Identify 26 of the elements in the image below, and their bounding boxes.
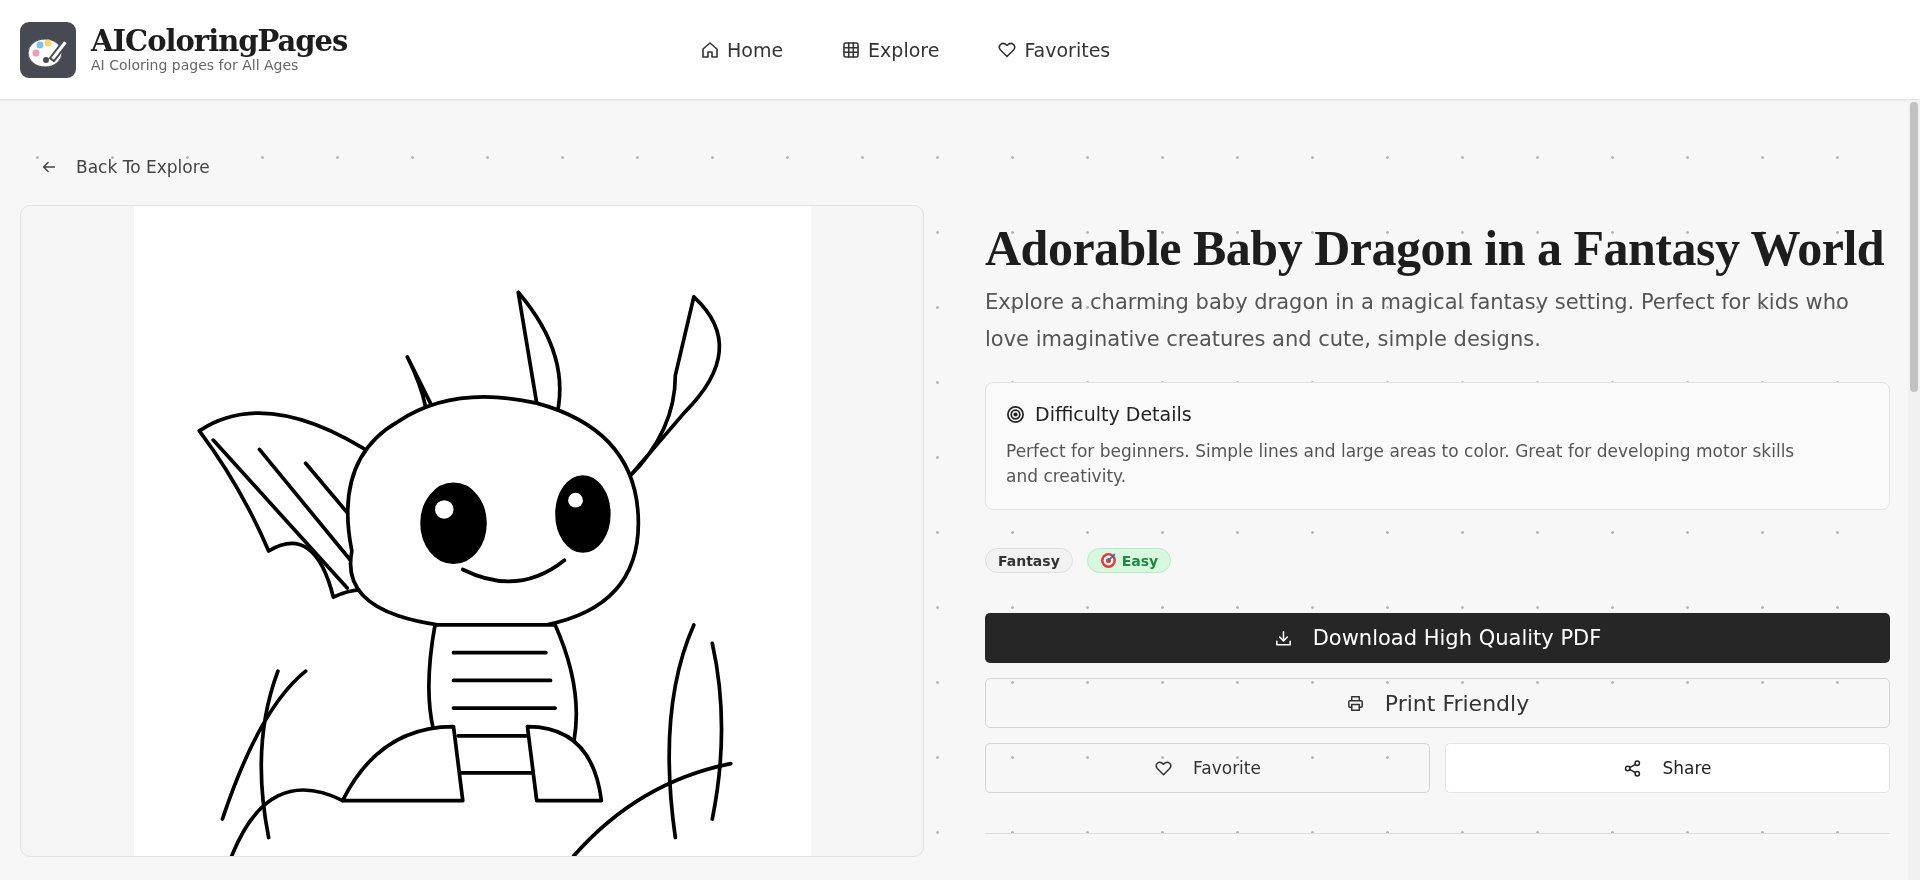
share-icon (1623, 758, 1643, 778)
scrollbar-thumb[interactable] (1910, 102, 1918, 392)
page-description: Explore a charming baby dragon in a magical fantasy setting. Perfect for kids who love imaginative creatures and cute, simple designs. (985, 289, 1850, 353)
favorite-button[interactable]: Favorite (985, 743, 1430, 793)
nav-link[interactable]: Explore (841, 38, 940, 61)
share-button[interactable]: Share (1445, 743, 1890, 793)
nav-link[interactable]: Favorites (997, 38, 1111, 61)
nav-link[interactable]: Home (700, 38, 784, 61)
grid-icon (841, 39, 862, 60)
palette-logo-icon (20, 21, 76, 78)
download-icon (1273, 628, 1293, 648)
target-icon (1006, 404, 1025, 424)
site-title[interactable]: AIColoringPages (91, 25, 348, 58)
card-text: Perfect for beginners. Simple lines and large areas to color. Great for developing motor skills and creativity. (1006, 440, 1796, 488)
difficulty-tag: Easy (1086, 548, 1172, 573)
card-heading: Difficulty Details (1035, 403, 1192, 425)
site-tagline: AI Coloring pages for All Ages (91, 57, 300, 74)
scrollbar[interactable] (1908, 100, 1920, 880)
printer-icon (1345, 693, 1365, 713)
back-link[interactable]: Back To Explore (40, 150, 210, 184)
download-button[interactable]: Download High Quality PDF (985, 613, 1890, 663)
home-icon (700, 39, 720, 60)
page-title: Adorable Baby Dragon in a Fantasy World (985, 219, 1886, 276)
target-icon (1099, 552, 1117, 569)
print-button[interactable]: Print Friendly (985, 678, 1890, 728)
category-tag: Fantasy (985, 548, 1073, 573)
